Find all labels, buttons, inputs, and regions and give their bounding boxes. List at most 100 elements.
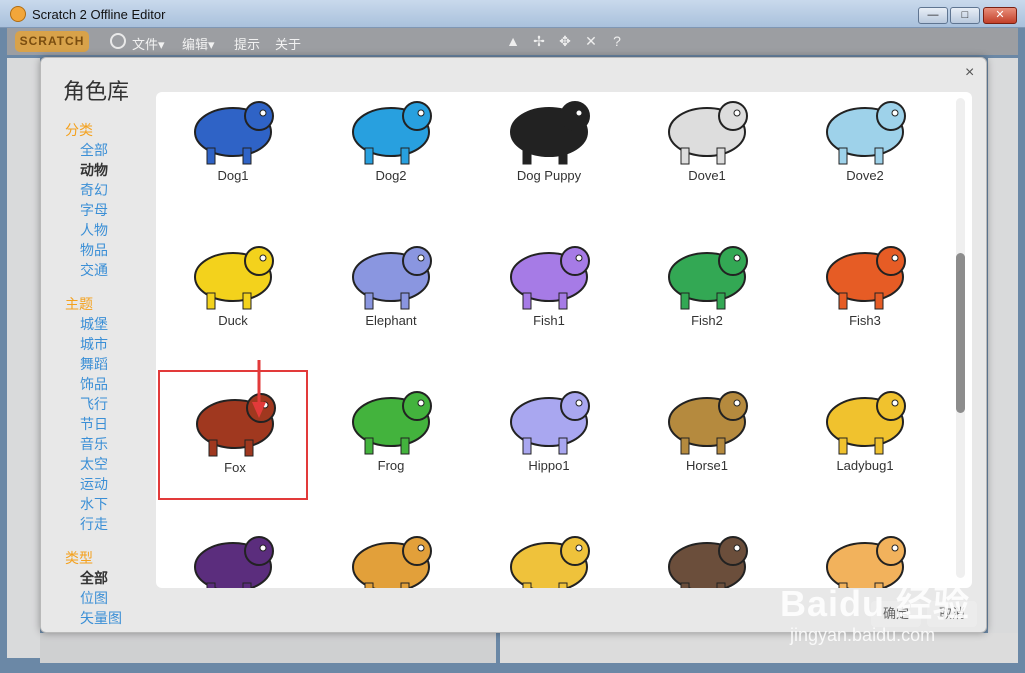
filter-item[interactable]: 城堡 xyxy=(65,314,165,334)
stage-area-edge xyxy=(7,58,40,658)
sprite-thumbnail xyxy=(173,231,293,313)
scratch-cat-icon xyxy=(10,6,26,22)
filter-item[interactable]: 行走 xyxy=(65,514,165,534)
filter-item[interactable]: 动物 xyxy=(65,160,165,180)
sprite-tile[interactable] xyxy=(474,515,624,588)
sprite-tile[interactable] xyxy=(632,515,782,588)
stamp-icon[interactable]: ▲ xyxy=(505,33,521,49)
filter-item[interactable]: 全部 xyxy=(65,140,165,160)
sprite-grid: Dog1 Dog2 Dog Puppy Dove1 Dove2 Duck Elephant F… xyxy=(156,92,972,588)
baidu-watermark-url: jingyan.baidu.com xyxy=(790,625,936,645)
sprite-name: Hippo1 xyxy=(528,458,570,473)
sprite-thumbnail xyxy=(173,92,293,168)
group-gap xyxy=(65,280,165,294)
sprite-list-edge xyxy=(40,633,496,663)
script-area-edge xyxy=(988,58,1018,658)
sprite-name: Dove2 xyxy=(846,168,884,183)
sprite-name: Fish3 xyxy=(849,313,881,328)
window-title-bar: Scratch 2 Offline Editor — □ ✕ xyxy=(0,0,1025,28)
sprite-name: Fox xyxy=(224,460,246,475)
scrollbar[interactable] xyxy=(956,98,965,578)
sprite-name: Frog xyxy=(377,458,405,473)
filter-item[interactable]: 舞蹈 xyxy=(65,354,165,374)
filter-item[interactable]: 矢量图 xyxy=(65,608,165,628)
sprite-tile[interactable]: Dove1 xyxy=(632,92,782,210)
scratch-menubar: SCRATCH 文件▾ 编辑▾ 提示 关于 ▲ ✢ ✥ ✕ ? xyxy=(7,28,1018,55)
menu-file[interactable]: 文件▾ xyxy=(132,34,165,53)
grow-icon[interactable]: ✥ xyxy=(557,33,573,49)
filter-item[interactable]: 音乐 xyxy=(65,434,165,454)
baidu-watermark: Baidu 经验 xyxy=(780,583,971,624)
menu-tips[interactable]: 提示 xyxy=(234,34,260,53)
menu-about[interactable]: 关于 xyxy=(275,34,301,53)
filter-item[interactable]: 城市 xyxy=(65,334,165,354)
filter-item[interactable]: 物品 xyxy=(65,240,165,260)
sprite-name: Duck xyxy=(218,313,248,328)
maximize-button[interactable]: □ xyxy=(950,7,980,24)
library-filter-sidebar: 分类 全部 动物 奇幻 字母 人物 物品 交通 主题 城堡 城市 舞蹈 饰品 飞行 节日 音乐 太空 运动 水下 行走… xyxy=(65,120,165,628)
sprite-tile[interactable]: Dog2 xyxy=(316,92,466,210)
filter-item[interactable]: 交通 xyxy=(65,260,165,280)
filter-item[interactable]: 太空 xyxy=(65,454,165,474)
sprite-library-dialog: 角色库 × 分类 全部 动物 奇幻 字母 人物 物品 交通 主题 城堡 城市 舞蹈 饰品 飞行 节日 音乐 太空… xyxy=(40,57,987,633)
sprite-tile[interactable]: Elephant xyxy=(316,225,466,355)
sprite-thumbnail xyxy=(647,231,767,313)
sprite-tile[interactable]: Frog xyxy=(316,370,466,500)
sprite-thumbnail xyxy=(489,521,609,588)
sprite-tile[interactable]: Fish3 xyxy=(790,225,940,355)
close-dialog-button[interactable]: × xyxy=(965,64,974,82)
sprite-tile[interactable]: Hippo1 xyxy=(474,370,624,500)
sprite-tile[interactable]: Dove2 xyxy=(790,92,940,210)
filter-group-title: 主题 xyxy=(65,296,93,312)
sprite-thumbnail xyxy=(647,92,767,168)
scrollbar-thumb[interactable] xyxy=(956,253,965,413)
sprite-thumbnail xyxy=(489,231,609,313)
cut-icon[interactable]: ✢ xyxy=(531,33,547,49)
sprite-tile[interactable]: Fish1 xyxy=(474,225,624,355)
help-icon[interactable]: ? xyxy=(609,33,625,49)
sprite-tile[interactable]: Dog Puppy xyxy=(474,92,624,210)
group-gap xyxy=(65,534,165,548)
sprite-thumbnail xyxy=(331,376,451,458)
scratch-logo[interactable]: SCRATCH xyxy=(15,31,89,52)
sprite-tile[interactable]: Horse1 xyxy=(632,370,782,500)
sprite-name: Horse1 xyxy=(686,458,728,473)
sprite-thumbnail xyxy=(489,92,609,168)
red-arrow-annotation xyxy=(252,360,266,418)
sprite-thumbnail xyxy=(805,376,925,458)
filter-item[interactable]: 水下 xyxy=(65,494,165,514)
filter-item[interactable]: 位图 xyxy=(65,588,165,608)
menu-edit[interactable]: 编辑▾ xyxy=(182,34,215,53)
sprite-tile[interactable] xyxy=(316,515,466,588)
scripts-edge xyxy=(500,633,1018,663)
filter-item[interactable]: 运动 xyxy=(65,474,165,494)
sprite-thumbnail xyxy=(175,378,295,460)
sprite-tile[interactable]: Fox xyxy=(158,370,308,500)
filter-item[interactable]: 饰品 xyxy=(65,374,165,394)
sprite-name: Ladybug1 xyxy=(836,458,894,473)
sprite-tile[interactable]: Ladybug1 xyxy=(790,370,940,500)
sprite-thumbnail xyxy=(331,92,451,168)
language-globe-icon[interactable] xyxy=(110,33,126,49)
sprite-name: Dog Puppy xyxy=(516,168,582,183)
sprite-tile[interactable]: Duck xyxy=(158,225,308,355)
filter-item[interactable]: 奇幻 xyxy=(65,180,165,200)
sprite-thumbnail xyxy=(173,521,293,588)
filter-item[interactable]: 节日 xyxy=(65,414,165,434)
sprite-thumbnail xyxy=(331,231,451,313)
shrink-icon[interactable]: ✕ xyxy=(583,33,599,49)
sprite-tile[interactable]: Fish2 xyxy=(632,225,782,355)
sprite-tile[interactable] xyxy=(158,515,308,588)
close-window-button[interactable]: ✕ xyxy=(983,7,1017,24)
filter-group-title: 分类 xyxy=(65,122,93,138)
filter-item[interactable]: 字母 xyxy=(65,200,165,220)
minimize-button[interactable]: — xyxy=(918,7,948,24)
sprite-tile[interactable]: Dog1 xyxy=(158,92,308,210)
sprite-name: Fish1 xyxy=(533,313,565,328)
window-title: Scratch 2 Offline Editor xyxy=(32,7,166,22)
filter-item[interactable]: 飞行 xyxy=(65,394,165,414)
filter-item[interactable]: 全部 xyxy=(65,568,165,588)
sprite-name: Dog1 xyxy=(217,168,249,183)
filter-item[interactable]: 人物 xyxy=(65,220,165,240)
sprite-thumbnail xyxy=(331,521,451,588)
